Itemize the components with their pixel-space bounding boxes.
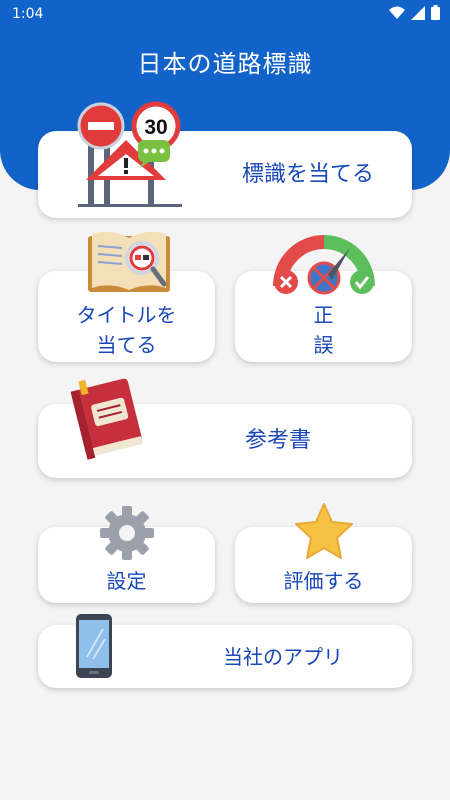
guess-title-label-line2: 当てる <box>96 333 157 357</box>
guess-sign-label: 標識を当てる <box>241 162 374 187</box>
status-time: 1:04 <box>12 6 44 22</box>
status-bar: 1:04 <box>0 0 450 28</box>
true-false-label-line1: 正 <box>313 303 334 327</box>
rate-app-label: 評価する <box>283 569 364 593</box>
reference-book-label: 参考書 <box>244 428 311 453</box>
signal-icon <box>411 5 425 20</box>
gauge-icon <box>273 235 375 295</box>
smartphone-icon <box>76 614 112 678</box>
our-apps-label: 当社のアプリ <box>223 645 343 669</box>
page-title: 日本の道路標識 <box>137 50 313 78</box>
battery-icon <box>431 5 440 20</box>
road-signs-icon: 30 <box>77 101 182 207</box>
settings-label: 設定 <box>106 569 147 593</box>
speed-limit-text: 30 <box>144 116 167 139</box>
status-icons <box>389 5 440 20</box>
true-false-label-line2: 誤 <box>313 333 334 357</box>
gear-icon <box>100 506 154 560</box>
star-icon <box>295 503 353 559</box>
wifi-icon <box>389 6 405 19</box>
open-book-magnifier-icon <box>88 231 170 292</box>
guess-title-label-line1: タイトルを <box>76 303 177 327</box>
red-book-icon <box>70 378 143 460</box>
